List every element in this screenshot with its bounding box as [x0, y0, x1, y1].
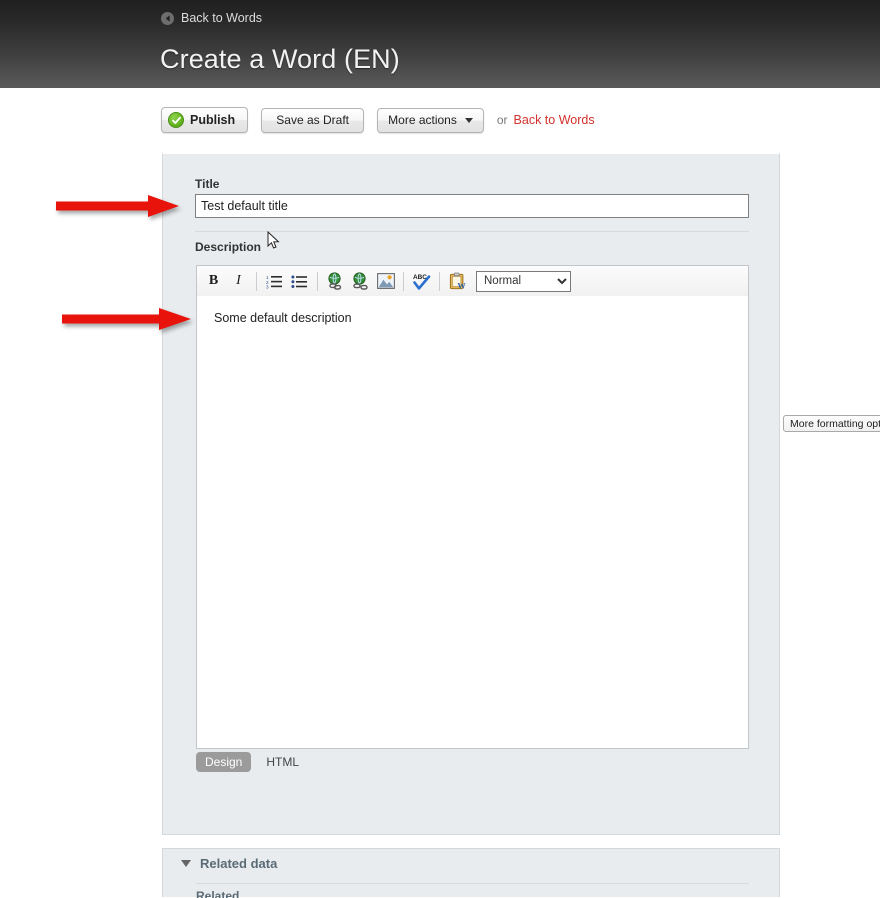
- title-input[interactable]: [195, 194, 749, 218]
- more-actions-button[interactable]: More actions: [377, 108, 484, 133]
- description-field-label: Description: [195, 240, 261, 254]
- editor-content-area[interactable]: Some default description: [196, 296, 749, 749]
- back-to-words-link-bar[interactable]: Back to Words: [514, 113, 595, 127]
- save-as-draft-button[interactable]: Save as Draft: [261, 108, 364, 133]
- mouse-cursor-pointer: [267, 231, 281, 256]
- bold-icon[interactable]: B: [201, 269, 226, 293]
- more-actions-label: More actions: [388, 113, 457, 127]
- related-data-panel: Related data Related: [162, 848, 780, 897]
- caret-down-icon: [465, 118, 473, 123]
- toolbar-separator: [403, 272, 404, 291]
- back-to-words-link-top[interactable]: Back to Words: [161, 11, 262, 25]
- page-title: Create a Word (EN): [160, 44, 400, 75]
- title-field-label: Title: [195, 177, 219, 191]
- back-to-words-label-top: Back to Words: [181, 11, 262, 25]
- related-data-toggle[interactable]: Related data: [181, 856, 277, 871]
- annotation-arrow-title: [56, 193, 180, 224]
- publish-button-label: Publish: [190, 113, 235, 127]
- svg-text:3: 3: [266, 284, 269, 288]
- more-formatting-options-label: More formatting options: [790, 418, 880, 430]
- annotation-arrow-description: [62, 306, 192, 337]
- page-header: Back to Words Create a Word (EN): [0, 0, 880, 88]
- remove-link-icon[interactable]: [348, 269, 373, 293]
- editor-mode-tabs: Design HTML: [196, 752, 308, 772]
- editor-content-text: Some default description: [214, 311, 352, 325]
- toolbar-separator: [256, 272, 257, 291]
- word-form-panel: Title Description B I 1 2 3: [162, 153, 780, 835]
- green-check-icon: [168, 112, 184, 128]
- or-separator-text: or: [497, 113, 508, 127]
- save-as-draft-label: Save as Draft: [276, 113, 349, 127]
- back-arrow-icon: [161, 12, 174, 25]
- tab-html[interactable]: HTML: [257, 752, 308, 772]
- more-formatting-options-button[interactable]: More formatting options: [783, 415, 880, 432]
- spell-check-icon[interactable]: ABC: [409, 269, 434, 293]
- related-data-title: Related data: [200, 856, 277, 871]
- toolbar-separator: [317, 272, 318, 291]
- editor-toolbar: B I 1 2 3: [196, 265, 749, 297]
- publish-button[interactable]: Publish: [161, 107, 248, 133]
- bulleted-list-icon[interactable]: [287, 269, 312, 293]
- insert-image-icon[interactable]: [373, 269, 398, 293]
- insert-link-icon[interactable]: [323, 269, 348, 293]
- tab-design[interactable]: Design: [196, 752, 251, 772]
- svg-text:W: W: [457, 281, 466, 290]
- paste-from-word-icon[interactable]: W: [445, 269, 470, 293]
- related-data-divider: [196, 883, 749, 884]
- italic-icon[interactable]: I: [226, 269, 251, 293]
- format-select[interactable]: NormalHeading 1Heading 2Heading 3Formatt…: [476, 271, 571, 292]
- triangle-down-icon: [181, 860, 191, 867]
- numbered-list-icon[interactable]: 1 2 3: [262, 269, 287, 293]
- toolbar-separator: [439, 272, 440, 291]
- action-bar: Publish Save as Draft More actions or Ba…: [161, 107, 595, 133]
